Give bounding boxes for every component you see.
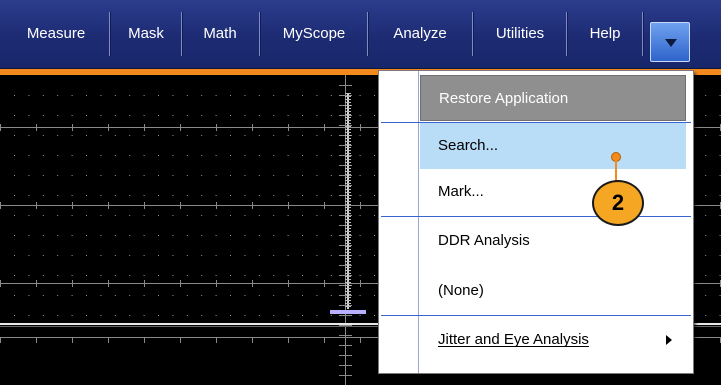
menu-item-jitter-eye-analysis[interactable]: Jitter and Eye Analysis [420,317,686,363]
menu-myscope[interactable]: MyScope [262,0,366,68]
menu-separator [259,12,260,56]
chevron-right-icon [666,335,672,345]
menu-item-mark[interactable]: Mark... [420,169,686,215]
menu-item-jitter-eye-analysis-label: Jitter and Eye Analysis [438,331,589,348]
menu-mask[interactable]: Mask [112,0,180,68]
menu-analyze[interactable]: Analyze [370,0,470,68]
menu-separator [367,12,368,56]
chevron-down-icon [665,39,677,47]
menu-math[interactable]: Math [184,0,256,68]
menu-measure[interactable]: Measure [4,0,108,68]
menu-divider [381,216,691,217]
menu-item-restore-application[interactable]: Restore Application [420,75,686,121]
menu-separator [472,12,473,56]
menu-gutter [379,71,419,373]
menu-separator [109,12,110,56]
menu-item-search[interactable]: Search... [420,123,686,169]
menu-dropdown-button[interactable] [650,22,690,62]
utilities-dropdown-menu: Restore Application Search... Mark... DD… [378,70,694,374]
menu-item-none[interactable]: (None) [420,268,686,314]
menu-separator [642,12,643,56]
menu-utilities[interactable]: Utilities [475,0,565,68]
menu-separator [181,12,182,56]
trigger-marker [330,310,366,314]
menu-divider [381,315,691,316]
menu-help[interactable]: Help [569,0,641,68]
callout-number-badge: 2 [592,180,644,226]
menu-item-ddr-analysis[interactable]: DDR Analysis [420,218,686,264]
menu-separator [566,12,567,56]
menu-bar: Measure Mask Math MyScope Analyze Utilit… [0,0,721,69]
